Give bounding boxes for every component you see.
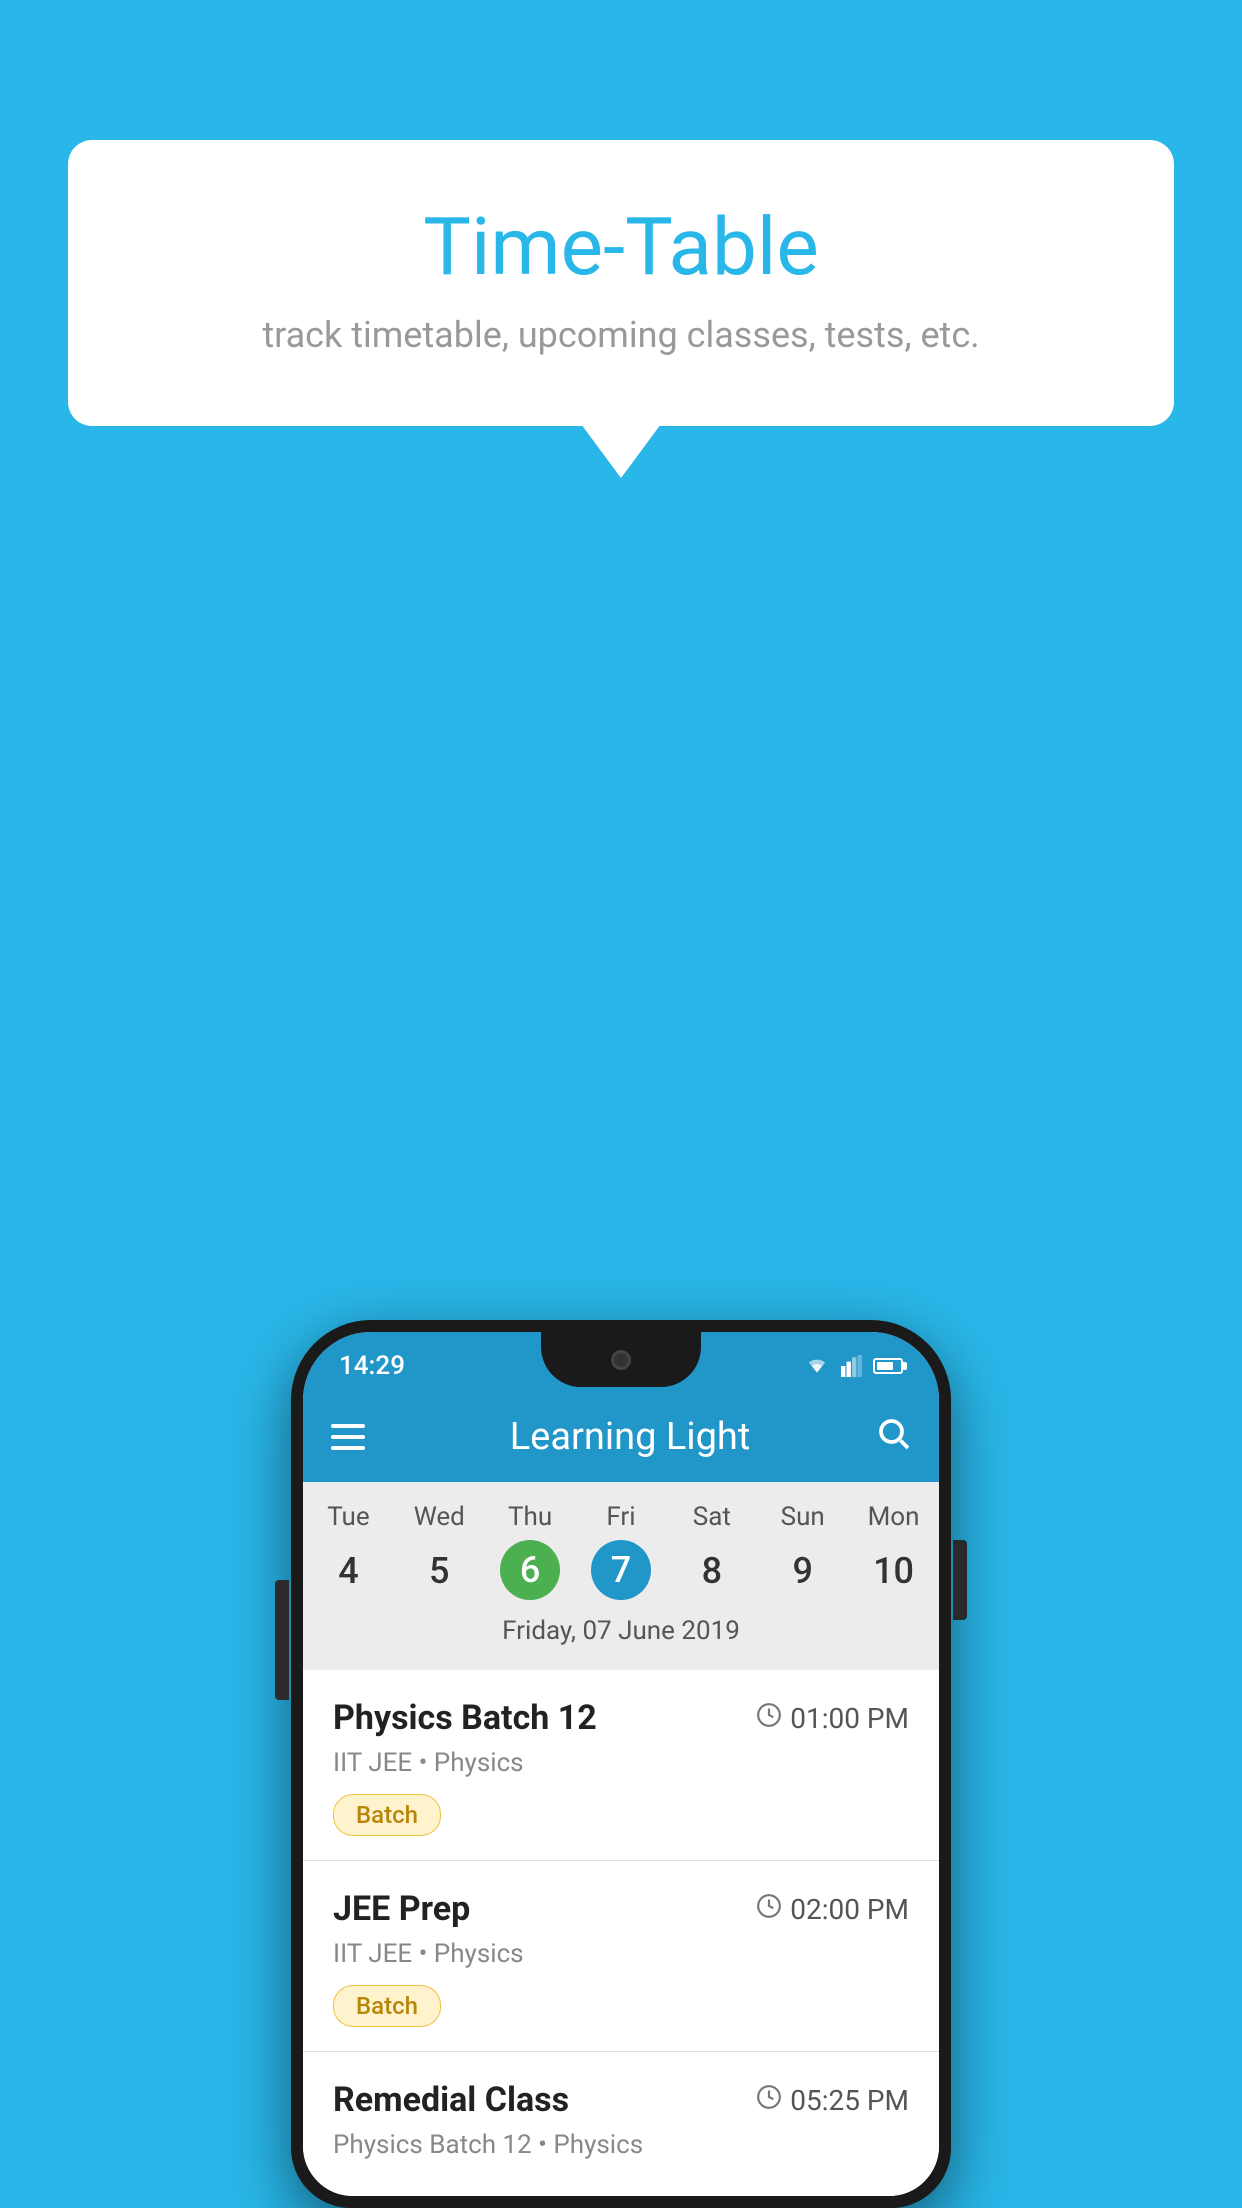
hamburger-menu-icon[interactable] xyxy=(331,1424,365,1450)
day-header-thu: Thu xyxy=(485,1502,576,1532)
schedule-item-3-title: Remedial Class xyxy=(333,2080,569,2120)
schedule-item-1-time: 01:00 PM xyxy=(756,1702,909,1735)
day-header-sun: Sun xyxy=(757,1502,848,1532)
schedule-item-2-title: JEE Prep xyxy=(333,1889,470,1929)
schedule-item-3-header: Remedial Class 05:25 PM xyxy=(333,2080,909,2120)
speech-bubble: Time-Table track timetable, upcoming cla… xyxy=(68,140,1174,426)
schedule-item-1[interactable]: Physics Batch 12 01:00 PM IIT JEE • P xyxy=(303,1670,939,1861)
selected-date-label: Friday, 07 June 2019 xyxy=(303,1616,939,1660)
day-5[interactable]: 5 xyxy=(394,1540,485,1602)
schedule-item-1-subtitle: IIT JEE • Physics xyxy=(333,1748,909,1778)
day-numbers: 4 5 6 7 8 9 10 xyxy=(303,1540,939,1602)
day-8[interactable]: 8 xyxy=(666,1540,757,1602)
clock-icon-1 xyxy=(756,1702,782,1735)
schedule-item-2-time: 02:00 PM xyxy=(756,1893,909,1926)
battery-icon xyxy=(873,1358,903,1374)
schedule-item-1-title: Physics Batch 12 xyxy=(333,1698,597,1738)
day-10[interactable]: 10 xyxy=(848,1540,939,1602)
day-header-mon: Mon xyxy=(848,1502,939,1532)
phone-mockup: 14:29 xyxy=(291,1320,951,2208)
batch-tag-1: Batch xyxy=(333,1794,441,1836)
calendar-strip: Tue Wed Thu Fri Sat Sun Mon 4 5 6 7 8 9 … xyxy=(303,1482,939,1670)
schedule-item-3[interactable]: Remedial Class 05:25 PM Physics Batch xyxy=(303,2052,939,2196)
schedule-item-2[interactable]: JEE Prep 02:00 PM IIT JEE • Physics xyxy=(303,1861,939,2052)
day-9[interactable]: 9 xyxy=(757,1540,848,1602)
phone-outer: 14:29 xyxy=(291,1320,951,2208)
day-header-wed: Wed xyxy=(394,1502,485,1532)
search-icon[interactable] xyxy=(875,1415,911,1460)
app-bar: Learning Light xyxy=(303,1392,939,1482)
speech-bubble-section: Time-Table track timetable, upcoming cla… xyxy=(68,140,1174,426)
schedule-item-2-header: JEE Prep 02:00 PM xyxy=(333,1889,909,1929)
signal-icon xyxy=(841,1355,863,1377)
status-time: 14:29 xyxy=(339,1343,405,1381)
wifi-icon xyxy=(803,1355,831,1377)
schedule-item-2-subtitle: IIT JEE • Physics xyxy=(333,1939,909,1969)
bubble-title: Time-Table xyxy=(148,200,1094,294)
status-icons xyxy=(803,1347,903,1377)
batch-tag-2: Batch xyxy=(333,1985,441,2027)
day-header-tue: Tue xyxy=(303,1502,394,1532)
bubble-subtitle: track timetable, upcoming classes, tests… xyxy=(148,314,1094,356)
camera-dot xyxy=(611,1350,631,1370)
day-header-fri: Fri xyxy=(576,1502,667,1532)
schedule-item-1-header: Physics Batch 12 01:00 PM xyxy=(333,1698,909,1738)
phone-notch xyxy=(541,1332,701,1387)
day-4[interactable]: 4 xyxy=(303,1540,394,1602)
day-header-sat: Sat xyxy=(666,1502,757,1532)
schedule-item-3-time: 05:25 PM xyxy=(756,2084,909,2117)
app-title: Learning Light xyxy=(409,1415,851,1459)
schedule-item-3-subtitle: Physics Batch 12 • Physics xyxy=(333,2130,909,2160)
day-7-selected[interactable]: 7 xyxy=(591,1540,651,1600)
clock-icon-3 xyxy=(756,2084,782,2117)
schedule-list: Physics Batch 12 01:00 PM IIT JEE • P xyxy=(303,1670,939,2196)
day-6-today[interactable]: 6 xyxy=(500,1540,560,1600)
clock-icon-2 xyxy=(756,1893,782,1926)
phone-inner: 14:29 xyxy=(303,1332,939,2196)
day-headers: Tue Wed Thu Fri Sat Sun Mon xyxy=(303,1502,939,1532)
